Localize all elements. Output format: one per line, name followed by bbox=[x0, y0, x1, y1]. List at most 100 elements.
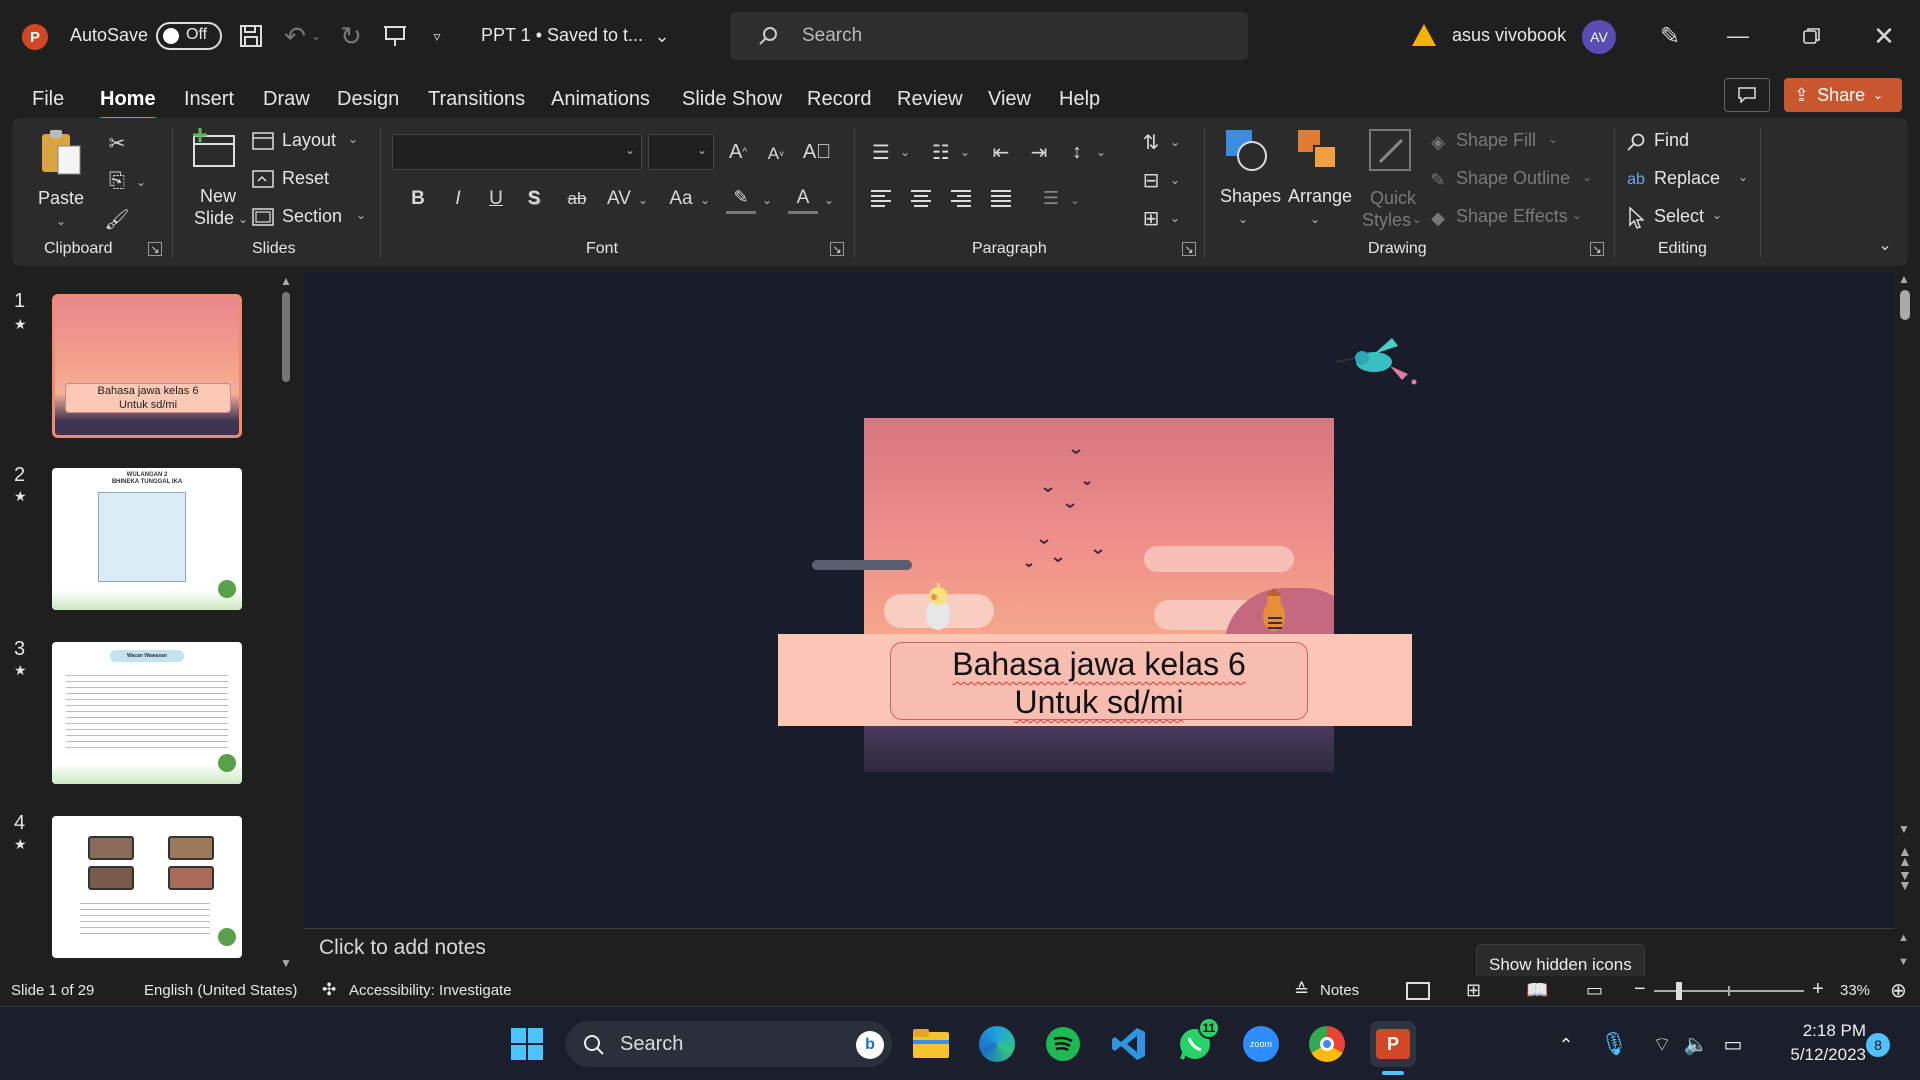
autosave-toggle[interactable]: Off bbox=[156, 22, 222, 50]
zoom-slider[interactable] bbox=[1654, 982, 1804, 1000]
undo-icon[interactable]: ↶ bbox=[280, 20, 310, 52]
italic-button[interactable]: I bbox=[444, 184, 472, 214]
tab-help[interactable]: Help bbox=[1059, 84, 1100, 114]
tab-view[interactable]: View bbox=[988, 84, 1031, 114]
align-right-icon[interactable] bbox=[946, 184, 976, 212]
tab-review[interactable]: Review bbox=[897, 84, 963, 114]
numbering-dropdown-icon[interactable]: ⌄ bbox=[958, 142, 972, 162]
font-size-input[interactable]: ⌄ bbox=[648, 134, 714, 170]
user-name[interactable]: asus vivobook bbox=[1452, 25, 1566, 46]
canvas-scroll-up-icon[interactable]: ▲ bbox=[1898, 272, 1910, 286]
clipboard-launcher-icon[interactable]: ↘ bbox=[148, 242, 162, 256]
normal-view-icon[interactable] bbox=[1406, 982, 1430, 1000]
tab-insert[interactable]: Insert bbox=[184, 84, 234, 114]
microphone-icon[interactable]: 🎙 bbox=[1600, 1029, 1628, 1059]
windows-start-icon[interactable] bbox=[504, 1021, 550, 1067]
spotify-icon[interactable] bbox=[1040, 1021, 1086, 1067]
paragraph-launcher-icon[interactable]: ↘ bbox=[1182, 242, 1196, 256]
share-button[interactable]: ⇪ Share ⌄ bbox=[1784, 78, 1902, 112]
change-case-button[interactable]: Aa bbox=[664, 184, 698, 214]
slide-canvas[interactable]: Bahasa jawa kelas 6 Untuk sd/mi bbox=[304, 272, 1894, 928]
select-button[interactable]: Select ⌄ bbox=[1622, 204, 1732, 232]
avatar[interactable]: AV bbox=[1582, 20, 1616, 54]
next-slide-icon[interactable]: ▼ ▼ bbox=[1898, 868, 1912, 892]
zoom-slider-thumb[interactable] bbox=[1676, 982, 1682, 1000]
tab-animations[interactable]: Animations bbox=[551, 84, 650, 114]
notes-scroll-down-icon[interactable]: ▼ bbox=[1898, 956, 1909, 968]
tab-design[interactable]: Design bbox=[337, 84, 399, 114]
edge-icon[interactable] bbox=[974, 1021, 1020, 1067]
language-status[interactable]: English (United States) bbox=[144, 982, 297, 999]
tab-slide-show[interactable]: Slide Show bbox=[682, 84, 782, 114]
decrease-indent-icon[interactable]: ⇤ bbox=[986, 138, 1016, 166]
file-explorer-icon[interactable] bbox=[908, 1021, 954, 1067]
tab-file[interactable]: File bbox=[32, 84, 64, 114]
thumbnail-scrollbar-thumb[interactable] bbox=[282, 292, 290, 382]
smartart-dropdown-icon[interactable]: ⌄ bbox=[1168, 208, 1182, 228]
tab-record[interactable]: Record bbox=[807, 84, 871, 114]
align-text-dropdown-icon[interactable]: ⌄ bbox=[1168, 170, 1182, 190]
zoom-in-icon[interactable]: + bbox=[1812, 978, 1824, 1001]
font-color-dropdown-icon[interactable]: ⌄ bbox=[822, 190, 836, 210]
customize-toolbar-icon[interactable]: ▿ bbox=[426, 22, 448, 50]
slide-thumbnail-1[interactable]: Bahasa jawa kelas 6 Untuk sd/mi bbox=[52, 294, 242, 438]
character-spacing-button[interactable]: AV bbox=[602, 184, 636, 214]
slide-thumbnail-4[interactable] bbox=[52, 816, 242, 958]
save-icon[interactable] bbox=[236, 20, 266, 52]
character-spacing-dropdown-icon[interactable]: ⌄ bbox=[636, 190, 650, 210]
tab-transitions[interactable]: Transitions bbox=[428, 84, 525, 114]
arrange-button[interactable]: Arrange ⌄ bbox=[1278, 126, 1352, 236]
tab-draw[interactable]: Draw bbox=[263, 84, 310, 114]
underline-button[interactable]: U bbox=[482, 184, 510, 214]
slide-thumbnail-3[interactable]: Wacan Wawasan bbox=[52, 642, 242, 784]
highlight-dropdown-icon[interactable]: ⌄ bbox=[760, 190, 774, 210]
tab-home[interactable]: Home bbox=[100, 84, 156, 120]
zoom-level[interactable]: 33% bbox=[1840, 982, 1870, 999]
zoom-icon[interactable]: zoom bbox=[1238, 1021, 1284, 1067]
text-direction-dropdown-icon[interactable]: ⌄ bbox=[1168, 132, 1182, 152]
canvas-scroll-down-icon[interactable]: ▼ bbox=[1898, 822, 1910, 836]
align-text-icon[interactable]: ⊟ bbox=[1136, 166, 1166, 194]
close-icon[interactable]: ✕ bbox=[1868, 20, 1900, 52]
layout-button[interactable]: Layout ⌄ bbox=[250, 128, 360, 156]
notes-icon[interactable]: ≙ bbox=[1294, 980, 1309, 1001]
reading-view-icon[interactable]: 📖 bbox=[1526, 980, 1548, 1001]
change-case-dropdown-icon[interactable]: ⌄ bbox=[698, 190, 712, 210]
slide-thumbnail-2[interactable]: WULANGAN 2 BHINEKA TUNGGAL IKA bbox=[52, 468, 242, 610]
comments-button[interactable] bbox=[1724, 78, 1770, 112]
find-button[interactable]: Find bbox=[1622, 128, 1732, 156]
shape-fill-button[interactable]: ◈ Shape Fill ⌄ bbox=[1424, 128, 1584, 156]
fit-to-window-icon[interactable]: ⊕ bbox=[1890, 978, 1907, 1003]
notes-placeholder[interactable]: Click to add notes bbox=[319, 936, 486, 960]
notes-scroll-up-icon[interactable]: ▲ bbox=[1898, 932, 1909, 944]
smartart-icon[interactable]: ⊞ bbox=[1136, 204, 1166, 232]
volume-icon[interactable]: 🔈 bbox=[1682, 1029, 1710, 1059]
section-button[interactable]: Section ⌄ bbox=[250, 204, 370, 232]
font-color-icon[interactable]: A bbox=[788, 184, 818, 214]
show-hidden-icons-chevron-icon[interactable]: ⌃ bbox=[1552, 1031, 1580, 1059]
search-box[interactable]: Search bbox=[730, 12, 1248, 60]
hummingbird-image[interactable] bbox=[1328, 334, 1418, 386]
increase-indent-icon[interactable]: ⇥ bbox=[1024, 138, 1054, 166]
font-launcher-icon[interactable]: ↘ bbox=[830, 242, 844, 256]
replace-button[interactable]: ab Replace ⌄ bbox=[1622, 166, 1752, 194]
decrease-font-size-icon[interactable]: A ˅ bbox=[762, 140, 790, 168]
thumbnail-scroll-down-icon[interactable]: ▼ bbox=[280, 956, 292, 970]
bullets-icon[interactable]: ☰ bbox=[866, 138, 896, 166]
font-name-input[interactable]: ⌄ bbox=[392, 134, 642, 170]
shape-outline-button[interactable]: ✎ Shape Outline ⌄ bbox=[1424, 166, 1604, 194]
title-text-box[interactable]: Bahasa jawa kelas 6 Untuk sd/mi bbox=[890, 642, 1308, 720]
notes-button[interactable]: Notes bbox=[1320, 982, 1359, 999]
chrome-icon[interactable] bbox=[1304, 1021, 1350, 1067]
collapse-ribbon-icon[interactable]: ⌄ bbox=[1874, 234, 1896, 256]
columns-icon[interactable]: ☰ bbox=[1036, 184, 1066, 212]
align-left-icon[interactable] bbox=[866, 184, 896, 212]
columns-dropdown-icon[interactable]: ⌄ bbox=[1068, 190, 1082, 210]
bullets-dropdown-icon[interactable]: ⌄ bbox=[898, 142, 912, 162]
shadow-button[interactable]: S bbox=[520, 184, 548, 214]
line-spacing-dropdown-icon[interactable]: ⌄ bbox=[1094, 142, 1108, 162]
document-title[interactable]: PPT 1 • Saved to t... bbox=[481, 25, 643, 46]
powerpoint-taskbar-icon[interactable]: P bbox=[1370, 1021, 1416, 1067]
justify-icon[interactable] bbox=[986, 184, 1016, 212]
wifi-icon[interactable]: ⌔ bbox=[1648, 1029, 1676, 1059]
